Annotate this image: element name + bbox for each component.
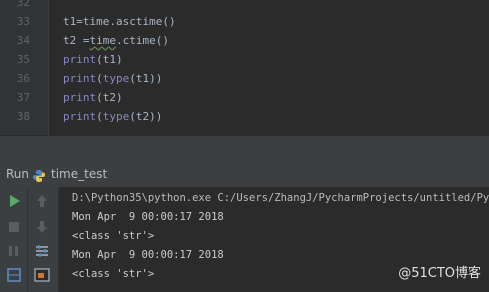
run-toolbar-secondary bbox=[28, 187, 59, 292]
python-icon bbox=[32, 168, 46, 182]
code-text[interactable]: print(type(t1)) bbox=[63, 69, 162, 88]
code-text[interactable]: print(t1) bbox=[63, 50, 123, 69]
editor-line[interactable]: 36 print(type(t1)) bbox=[0, 69, 489, 88]
code-text[interactable]: t2 =time.ctime() bbox=[63, 31, 169, 50]
stop-icon bbox=[9, 222, 19, 232]
console-output-line: <class 'str'> bbox=[72, 230, 155, 242]
run-tool-window-header: Run time_test bbox=[0, 162, 489, 188]
pause-icon bbox=[9, 246, 18, 256]
line-number: 32 bbox=[16, 0, 30, 9]
run-label: Run bbox=[6, 167, 30, 181]
soft-wrap-button[interactable] bbox=[32, 241, 52, 261]
arrow-down-icon bbox=[37, 221, 47, 233]
code-text[interactable]: print(type(t2)) bbox=[63, 107, 162, 126]
code-text[interactable]: t1=time.asctime() bbox=[63, 12, 176, 31]
line-number: 38 bbox=[16, 110, 30, 123]
panel-divider[interactable] bbox=[0, 135, 489, 163]
run-config-tab[interactable]: time_test bbox=[51, 162, 107, 187]
code-editor[interactable]: 32 33 t1=time.asctime() 34 t2 =time.ctim… bbox=[0, 0, 489, 135]
editor-line: 32 bbox=[0, 0, 489, 12]
scroll-up-button[interactable] bbox=[32, 191, 52, 211]
console-command-line: D:\Python35\python.exe C:/Users/ZhangJ/P… bbox=[72, 192, 489, 204]
console-output-line: <class 'str'> bbox=[72, 268, 155, 280]
editor-line[interactable]: 34 t2 =time.ctime() bbox=[0, 31, 489, 50]
code-text[interactable]: print(t2) bbox=[63, 88, 123, 107]
editor-line[interactable]: 35 print(t1) bbox=[0, 50, 489, 69]
console-output-line: Mon Apr 9 00:00:17 2018 bbox=[72, 211, 224, 223]
run-toolbar-primary bbox=[0, 187, 28, 292]
grid-icon bbox=[7, 268, 21, 282]
terminal-icon bbox=[34, 268, 50, 282]
play-icon bbox=[10, 195, 20, 207]
line-number: 36 bbox=[16, 72, 30, 85]
line-number: 34 bbox=[16, 34, 30, 47]
console-output-line: Mon Apr 9 00:00:17 2018 bbox=[72, 249, 224, 261]
restore-layout-button[interactable] bbox=[4, 265, 24, 285]
editor-line[interactable]: 38 print(type(t2)) bbox=[0, 107, 489, 126]
pause-button[interactable] bbox=[4, 241, 24, 261]
arrow-up-icon bbox=[37, 195, 47, 207]
line-number: 35 bbox=[16, 53, 30, 66]
editor-line[interactable]: 37 print(t2) bbox=[0, 88, 489, 107]
watermark: @51CTO博客 bbox=[398, 266, 481, 281]
stop-button[interactable] bbox=[4, 217, 24, 237]
editor-line[interactable]: 33 t1=time.asctime() bbox=[0, 12, 489, 31]
line-number: 37 bbox=[16, 91, 30, 104]
print-button[interactable] bbox=[32, 265, 52, 285]
rerun-button[interactable] bbox=[4, 191, 24, 211]
settings-sliders-icon bbox=[36, 245, 48, 257]
line-number: 33 bbox=[16, 15, 30, 28]
scroll-down-button[interactable] bbox=[32, 217, 52, 237]
